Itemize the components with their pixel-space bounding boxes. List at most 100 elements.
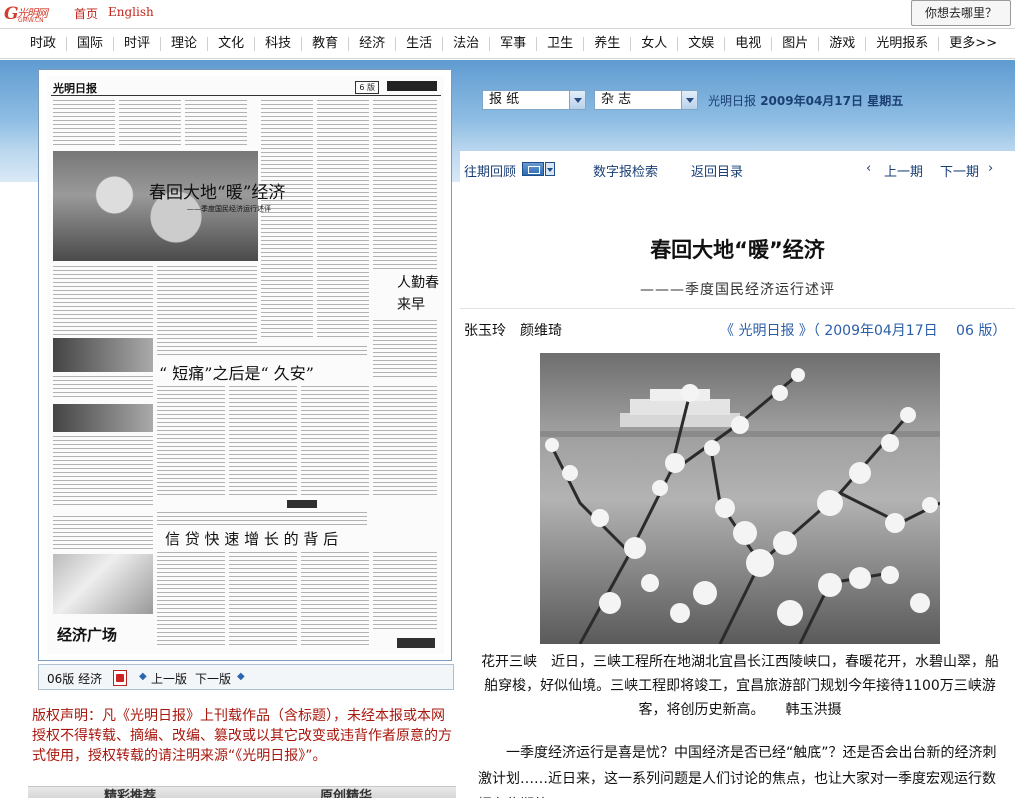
text-column (157, 346, 367, 358)
newspaper-page-thumbnail[interactable]: 光明日报 6 版 春回大地“暖”经济 ——季度国民经济运行述评 人勤春来早 “ … (47, 76, 444, 654)
main-nav: 时政 国际 时评 理论 文化 科技 教育 经济 生活 法治 军事 卫生 养生 女人 文娱 电视 图片 游戏 光明报系… (0, 28, 1015, 59)
nav-item[interactable]: 生活 (396, 36, 444, 51)
back-to-toc-link[interactable]: 返回目录 (691, 161, 743, 180)
nav-item[interactable]: 图片 (772, 36, 820, 51)
text-column (53, 100, 115, 148)
blossom-photo-graphic (540, 353, 940, 644)
article-body: 一季度经济运行是喜是忧？中国经济是否已经“触底”？还是否会出台新的经济刺激计划…… (478, 745, 997, 798)
masthead-section-block (387, 81, 437, 91)
text-column (53, 516, 153, 552)
text-column (229, 552, 297, 648)
page-headline-3: 信 贷 快 速 增 长 的 背 后 (165, 530, 339, 548)
diamond-arrow-icon: ◆ (139, 671, 147, 682)
newspaper-select[interactable]: 报 纸 (482, 90, 586, 110)
nav-item[interactable]: 游戏 (819, 36, 867, 51)
article-subtitle: ———季度国民经济运行述评 (640, 282, 835, 298)
nav-list: 时政 国际 时评 理论 文化 科技 教育 经济 生活 法治 军事 卫生 养生 女人 文娱 电视 图片 游戏 光明报系… (20, 29, 1007, 58)
text-column (185, 100, 247, 148)
page-section-label: 经济广场 (57, 626, 118, 644)
nav-item[interactable]: 电视 (725, 36, 773, 51)
text-column (53, 436, 153, 506)
text-column (373, 320, 437, 380)
bottom-tab-bar: 精彩推荐 原创精华 (28, 786, 456, 798)
divider (460, 308, 1015, 309)
prev-page-link[interactable]: 上一版 (151, 670, 187, 687)
nav-item[interactable]: 教育 (302, 36, 350, 51)
nav-item[interactable]: 时评 (114, 36, 162, 51)
top-bar: G 光明网 GMW.CN 首页 English 你想去哪里？ (0, 0, 1015, 28)
tab-featured[interactable]: 精彩推荐 (104, 785, 156, 798)
diamond-arrow-icon: ◆ (237, 671, 245, 682)
text-column (157, 512, 367, 526)
home-link[interactable]: 首页 (74, 5, 98, 22)
issue-date-bar: 光明日报 2009年04月17日 星期五 (708, 92, 903, 109)
tab-original[interactable]: 原创精华 (320, 785, 372, 798)
ad-banner[interactable] (53, 404, 153, 432)
page-preview-frame[interactable]: 光明日报 6 版 春回大地“暖”经济 ——季度国民经济运行述评 人勤春来早 “ … (38, 69, 452, 661)
nav-item[interactable]: 军事 (490, 36, 538, 51)
nav-item[interactable]: 文娱 (678, 36, 726, 51)
nav-item[interactable]: 文化 (208, 36, 256, 51)
nav-item[interactable]: 卫生 (537, 36, 585, 51)
article-photo (540, 353, 940, 644)
text-column (261, 100, 313, 340)
masthead-title: 光明日报 (53, 82, 97, 95)
article-title: 春回大地“暖”经济 (650, 238, 825, 262)
masthead-page-tag: 6 版 (355, 81, 379, 94)
nav-item[interactable]: 时政 (20, 36, 68, 51)
photo-caption: 花开三峡 近日，三峡工程所在地湖北宜昌长江西陵峡口，春暖花开，水碧山翠，船舶穿梭… (481, 654, 999, 718)
nav-item[interactable]: 科技 (255, 36, 303, 51)
page-headline-main: 春回大地“暖”经济 (149, 183, 286, 203)
text-column (373, 100, 437, 270)
text-column (157, 552, 225, 648)
decorative-block (397, 638, 435, 648)
text-column (373, 552, 437, 632)
page-side-headline: 人勤春来早 (397, 275, 439, 313)
chevron-down-icon[interactable] (545, 162, 555, 176)
text-column (373, 386, 437, 496)
chevron-down-icon[interactable] (681, 91, 697, 109)
text-column (53, 266, 153, 346)
text-column (157, 386, 225, 496)
where-to-go-button[interactable]: 你想去哪里？ (911, 0, 1011, 26)
digital-search-link[interactable]: 数字报检索 (593, 161, 658, 180)
calendar-icon[interactable] (522, 162, 544, 176)
newspaper-select-value: 报 纸 (489, 92, 520, 107)
logo-subtext: GMW.CN (18, 17, 44, 24)
english-link[interactable]: English (108, 5, 154, 19)
chevron-right-icon[interactable]: › (988, 161, 993, 176)
nav-item[interactable]: 更多>> (939, 36, 1007, 51)
decorative-block (287, 500, 317, 508)
page-nav-toolbar: 06版 经济 ◆ 上一版 下一版 ◆ (38, 664, 454, 690)
nav-item[interactable]: 养生 (584, 36, 632, 51)
nav-item[interactable]: 法治 (443, 36, 491, 51)
chevron-left-icon[interactable]: ‹ (866, 161, 871, 176)
magazine-select[interactable]: 杂 志 (594, 90, 698, 110)
article-source[interactable]: 《 光明日报 》（ 2009年04月17日 06 版） (720, 320, 1006, 340)
prev-issue-link[interactable]: 上一期 (884, 161, 923, 180)
page-masthead: 光明日报 6 版 (51, 78, 441, 96)
next-page-link[interactable]: 下一版 (195, 670, 231, 687)
text-column (53, 376, 153, 398)
pdf-icon[interactable] (113, 670, 127, 686)
copyright-notice: 版权声明：凡《光明日报》上刊载作品（含标题），未经本报或本网授权不得转载、摘编、… (32, 708, 452, 764)
next-issue-link[interactable]: 下一期 (940, 161, 979, 180)
text-column (157, 266, 257, 346)
page-headline-2: “ 短痛”之后是“ 久安” (159, 364, 314, 383)
text-column (301, 386, 369, 496)
issue-weekday: 星期五 (867, 94, 904, 108)
nav-item[interactable]: 理论 (161, 36, 209, 51)
nav-item[interactable]: 女人 (631, 36, 679, 51)
nav-item[interactable]: 经济 (349, 36, 397, 51)
chart-figure (53, 554, 153, 614)
page-headline-sub: ——季度国民经济运行述评 (187, 205, 271, 213)
nav-item[interactable]: 光明报系 (866, 36, 940, 51)
chevron-down-icon[interactable] (569, 91, 585, 109)
text-column (229, 386, 297, 496)
nav-item[interactable]: 国际 (67, 36, 115, 51)
magazine-select-value: 杂 志 (601, 92, 632, 107)
text-column (317, 100, 369, 340)
site-logo[interactable]: G 光明网 GMW.CN (4, 4, 68, 24)
archive-link[interactable]: 往期回顾 (464, 161, 516, 180)
ad-banner[interactable] (53, 338, 153, 372)
